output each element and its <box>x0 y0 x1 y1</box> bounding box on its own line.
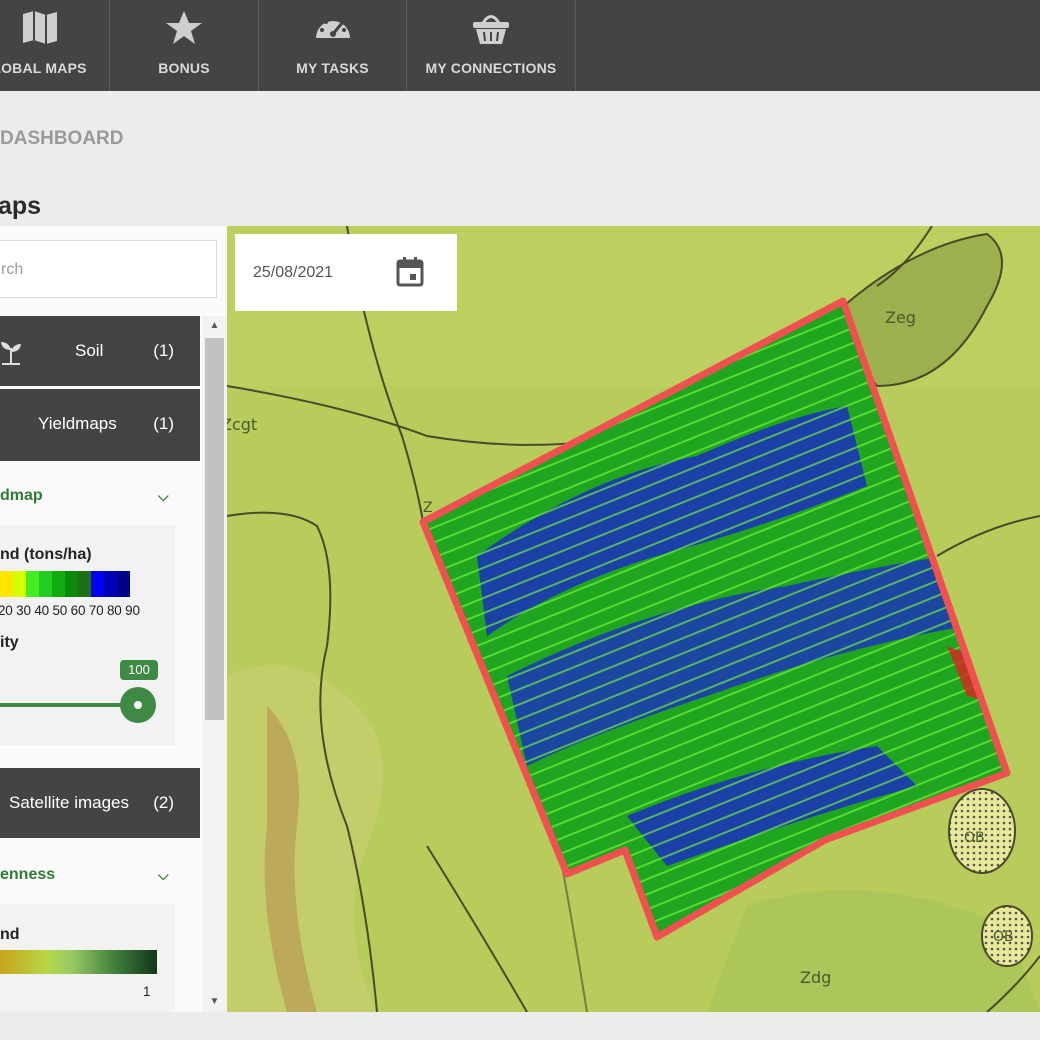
category-count: (2) <box>153 793 174 812</box>
date-value: 25/08/2021 <box>253 264 334 281</box>
category-name: Yieldmaps <box>38 414 117 433</box>
legend-swatch <box>117 571 130 597</box>
star-icon <box>166 11 202 44</box>
category-count: (1) <box>153 414 174 433</box>
category-count: (1) <box>153 341 174 360</box>
map-label-zcgt: Zcgt <box>227 415 258 434</box>
legend-swatch <box>13 571 26 597</box>
map-label-zeg: Zeg <box>885 308 916 327</box>
layers-panel: rch Soil (1) Yieldmaps (1) dmap ⌵ nd (to… <box>0 226 227 1012</box>
yieldmap-legend: nd (tons/ha) 20 30 40 50 60 70 80 90 ity… <box>0 525 175 745</box>
chevron-down-icon[interactable]: ⌵ <box>158 867 169 884</box>
legend-swatch <box>78 571 91 597</box>
opacity-value-badge: 100 <box>120 660 158 680</box>
map-label-ob: OB <box>964 830 985 846</box>
greenness-layer-title[interactable]: enness <box>0 866 55 884</box>
opacity-slider-track[interactable] <box>0 703 138 707</box>
nav-label: MY TASKS <box>296 60 369 76</box>
map-view[interactable]: Zeg Zcgt Zdg OB OB Z <box>227 226 1040 1012</box>
opacity-slider-handle[interactable] <box>120 687 156 723</box>
opacity-label: ity <box>0 634 19 651</box>
top-navigation-bar: LOBAL MAPS BONUS MY TASKS MY CONNECTIONS <box>0 0 1040 91</box>
scrollbar-thumb[interactable] <box>205 338 224 720</box>
map-icon <box>22 11 57 44</box>
legend-title: nd (tons/ha) <box>0 546 92 563</box>
legend-color-scale <box>0 571 130 597</box>
greenness-legend: nd 1 <box>0 904 175 1012</box>
legend-swatch <box>39 571 52 597</box>
greenness-color-gradient <box>0 950 157 974</box>
date-picker[interactable]: 25/08/2021 <box>235 234 457 311</box>
nav-bonus[interactable]: BONUS <box>110 0 259 91</box>
scroll-down-arrow-icon[interactable]: ▼ <box>202 992 227 1012</box>
nav-global-maps[interactable]: LOBAL MAPS <box>0 0 110 91</box>
category-satellite-images[interactable]: Satellite images (2) <box>0 768 200 838</box>
page-title: aps <box>0 192 42 220</box>
nav-label: BONUS <box>158 60 210 76</box>
legend-title: nd <box>0 926 20 943</box>
breadcrumb[interactable]: DASHBOARD <box>0 128 124 150</box>
search-placeholder: rch <box>1 261 24 278</box>
legend-swatch <box>52 571 65 597</box>
nav-label: MY CONNECTIONS <box>425 60 557 76</box>
search-input[interactable]: rch <box>0 240 217 298</box>
nav-my-tasks[interactable]: MY TASKS <box>259 0 407 91</box>
nav-my-connections[interactable]: MY CONNECTIONS <box>407 0 576 91</box>
map-label-zdg: Zdg <box>800 968 832 987</box>
chevron-down-icon[interactable]: ⌵ <box>158 488 169 505</box>
yieldmap-layer-title[interactable]: dmap <box>0 487 43 505</box>
category-yieldmaps[interactable]: Yieldmaps (1) <box>0 389 200 461</box>
legend-swatch <box>65 571 78 597</box>
map-label-z: Z <box>423 500 433 516</box>
category-name: Soil <box>75 341 104 360</box>
nav-label: LOBAL MAPS <box>0 60 87 76</box>
gauge-icon <box>315 17 350 38</box>
legend-swatch <box>0 571 13 597</box>
legend-swatch <box>26 571 39 597</box>
scroll-up-arrow-icon[interactable]: ▲ <box>202 316 227 336</box>
legend-ticks: 20 30 40 50 60 70 80 90 <box>0 603 140 618</box>
legend-swatch <box>104 571 117 597</box>
category-name: Satellite images <box>9 793 130 812</box>
legend-end-tick: 1 <box>143 984 151 999</box>
legend-swatch <box>91 571 104 597</box>
category-soil[interactable]: Soil (1) <box>0 316 200 386</box>
calendar-icon[interactable] <box>395 256 425 288</box>
map-label-ob: OB <box>993 929 1014 945</box>
panel-scrollbar[interactable]: ▲ ▼ <box>202 316 227 1012</box>
map-canvas <box>227 226 1040 1012</box>
basket-icon <box>473 15 509 44</box>
sprout-icon <box>1 342 21 365</box>
